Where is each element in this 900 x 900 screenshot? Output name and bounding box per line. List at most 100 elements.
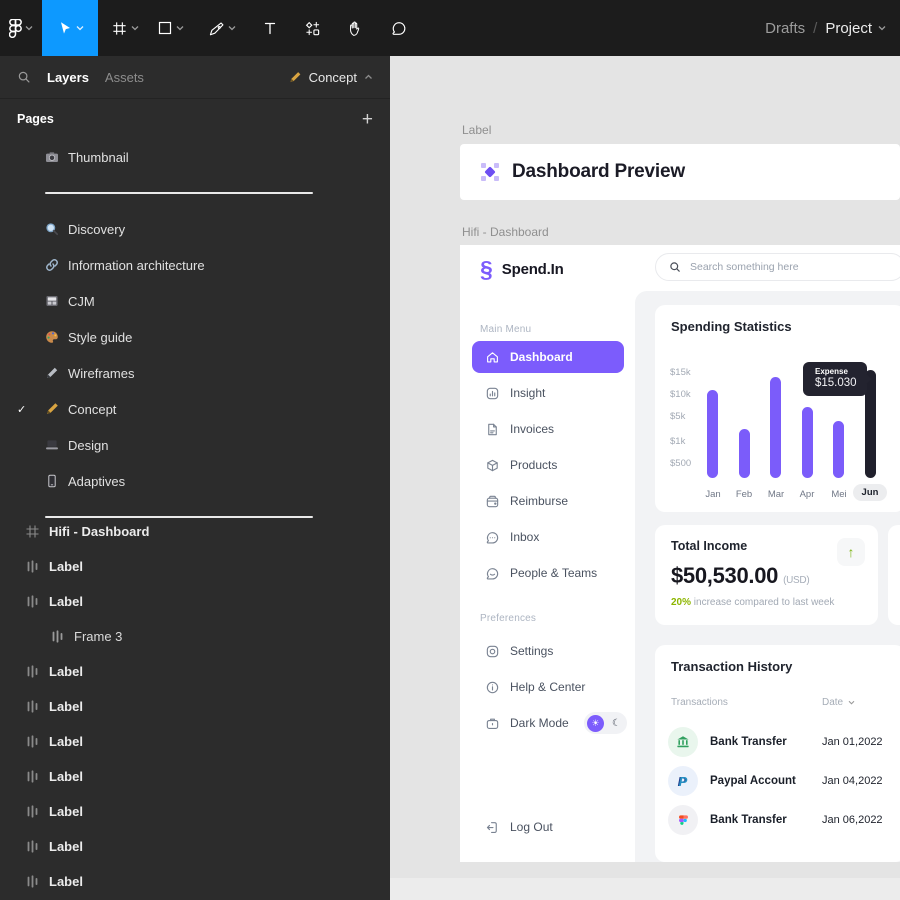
- page-item-discovery[interactable]: Discovery: [0, 211, 390, 247]
- frame-tool-button[interactable]: [102, 0, 148, 56]
- transaction-row[interactable]: Bank Transfer Jan 01,2022: [668, 726, 895, 758]
- frame-icon: [111, 20, 128, 37]
- frame-name-label[interactable]: Hifi - Dashboard: [462, 225, 549, 239]
- page-item-design[interactable]: Design: [0, 427, 390, 463]
- add-page-button[interactable]: +: [362, 110, 373, 129]
- hifi-dashboard-frame[interactable]: § Spend.In Search something here Main Me…: [460, 245, 900, 862]
- page-item-adaptives[interactable]: Adaptives: [0, 463, 390, 499]
- y-axis-tick: $5k: [670, 411, 685, 422]
- transactions-title: Transaction History: [671, 659, 792, 674]
- menu-label: Settings: [510, 644, 553, 658]
- palette-icon: [45, 330, 59, 344]
- total-income-card: Total Income ↑ $50,530.00(USD) 20% incre…: [655, 525, 878, 625]
- transaction-row[interactable]: P Paypal Account Jan 04,2022: [668, 765, 895, 797]
- search-input[interactable]: Search something here: [655, 253, 900, 281]
- x-axis-label[interactable]: Jan: [696, 489, 730, 500]
- bar-feb[interactable]: [739, 429, 750, 478]
- arrow-up-icon[interactable]: ↑: [837, 538, 865, 566]
- menu-item-products[interactable]: Products: [472, 449, 624, 481]
- menu-item-reimburse[interactable]: Reimburse: [472, 485, 624, 517]
- menu-item-people-teams[interactable]: People & Teams: [472, 557, 624, 589]
- layer-item-label[interactable]: Label: [0, 759, 390, 794]
- autolayout-icon: [25, 769, 40, 784]
- dark-mode-icon[interactable]: ☾: [612, 718, 624, 729]
- page-item-cjm[interactable]: CJM: [0, 283, 390, 319]
- x-axis-label[interactable]: Apr: [790, 489, 824, 500]
- pen-tool-button[interactable]: [199, 0, 245, 56]
- layer-item-label[interactable]: Label: [0, 654, 390, 689]
- menu-item-dark-mode[interactable]: Dark Mode ☀ ☾: [472, 707, 624, 739]
- brand-name: Spend.In: [502, 261, 564, 278]
- page-item-information-architecture[interactable]: Information architecture: [0, 247, 390, 283]
- dashboard-preview-frame[interactable]: Dashboard Preview: [460, 144, 900, 200]
- menu-item-dashboard[interactable]: Dashboard: [472, 341, 624, 373]
- date-column-header[interactable]: Date: [822, 697, 855, 708]
- x-axis-label[interactable]: Mei: [822, 489, 856, 500]
- move-tool-button[interactable]: [42, 0, 98, 56]
- invoice-icon: [485, 422, 500, 437]
- income-currency: (USD): [783, 575, 809, 586]
- autolayout-icon: [25, 734, 40, 749]
- bar-mar[interactable]: [770, 377, 781, 478]
- tab-assets[interactable]: Assets: [105, 70, 144, 85]
- resources-tool-button[interactable]: [295, 0, 330, 56]
- search-icon[interactable]: [17, 70, 31, 84]
- cursor-icon: [57, 20, 73, 36]
- shape-tool-button[interactable]: [148, 0, 193, 56]
- spending-statistics-card: Spending Statistics $15k $10k $5k $1k $5…: [655, 305, 900, 512]
- light-mode-icon[interactable]: ☀: [587, 715, 604, 732]
- page-label: Discovery: [68, 222, 125, 237]
- component-icon: [481, 163, 499, 181]
- layer-item-label[interactable]: Label: [0, 864, 390, 899]
- menu-label: Invoices: [510, 422, 554, 436]
- page-label: Thumbnail: [68, 150, 129, 165]
- menu-item-settings[interactable]: Settings: [472, 635, 624, 667]
- pen-icon: [288, 71, 302, 84]
- layer-item-label[interactable]: Label: [0, 549, 390, 584]
- tooltip-value: $15.030: [815, 377, 867, 389]
- page-item-concept[interactable]: ✓ Concept: [0, 391, 390, 427]
- page-item-style-guide[interactable]: Style guide: [0, 319, 390, 355]
- menu-item-help-center[interactable]: Help & Center: [472, 671, 624, 703]
- briefcase-icon: [485, 716, 500, 731]
- income-value: $50,530.00: [671, 563, 778, 588]
- layer-item-label[interactable]: Label: [0, 689, 390, 724]
- insight-chart-icon: [485, 386, 500, 401]
- page-divider[interactable]: [0, 175, 390, 211]
- hand-tool-button[interactable]: [338, 0, 373, 56]
- main-menu-button[interactable]: [0, 0, 42, 56]
- page-item-wireframes[interactable]: Wireframes: [0, 355, 390, 391]
- autolayout-icon: [25, 839, 40, 854]
- menu-item-invoices[interactable]: Invoices: [472, 413, 624, 445]
- canvas[interactable]: Label Dashboard Preview Hifi - Dashboard…: [390, 56, 900, 900]
- bar-jan[interactable]: [707, 390, 718, 478]
- figma-logo-icon: [9, 19, 22, 38]
- menu-item-inbox[interactable]: Inbox: [472, 521, 624, 553]
- menu-label: Dashboard: [510, 350, 573, 364]
- dark-mode-toggle[interactable]: ☀ ☾: [584, 712, 627, 734]
- layer-item-label[interactable]: Label: [0, 794, 390, 829]
- link-icon: [45, 258, 59, 272]
- frame-name-label[interactable]: Label: [462, 123, 491, 137]
- x-axis-label[interactable]: Jun: [853, 484, 887, 501]
- layer-item-label[interactable]: Label: [0, 829, 390, 864]
- x-axis-label[interactable]: Feb: [727, 489, 761, 500]
- comment-tool-button[interactable]: [381, 0, 416, 56]
- menu-item-logout[interactable]: Log Out: [472, 811, 624, 843]
- x-axis-label[interactable]: Mar: [759, 489, 793, 500]
- layer-item-frame-3[interactable]: Frame 3: [0, 619, 390, 654]
- bar-apr[interactable]: [802, 407, 813, 478]
- phone-icon: [45, 474, 59, 488]
- tab-layers[interactable]: Layers: [47, 70, 89, 85]
- layer-item-label[interactable]: Label: [0, 584, 390, 619]
- breadcrumb-project[interactable]: Project: [825, 20, 886, 37]
- menu-item-insight[interactable]: Insight: [472, 377, 624, 409]
- bar-mei[interactable]: [833, 421, 844, 478]
- text-tool-button[interactable]: [253, 0, 287, 56]
- current-page-selector[interactable]: Concept: [288, 70, 373, 85]
- breadcrumb-drafts[interactable]: Drafts: [765, 20, 805, 37]
- page-item-thumbnail[interactable]: Thumbnail: [0, 139, 390, 175]
- layer-item-label[interactable]: Label: [0, 724, 390, 759]
- pencil-icon: [45, 366, 59, 380]
- transaction-row[interactable]: Bank Transfer Jan 06,2022: [668, 804, 895, 836]
